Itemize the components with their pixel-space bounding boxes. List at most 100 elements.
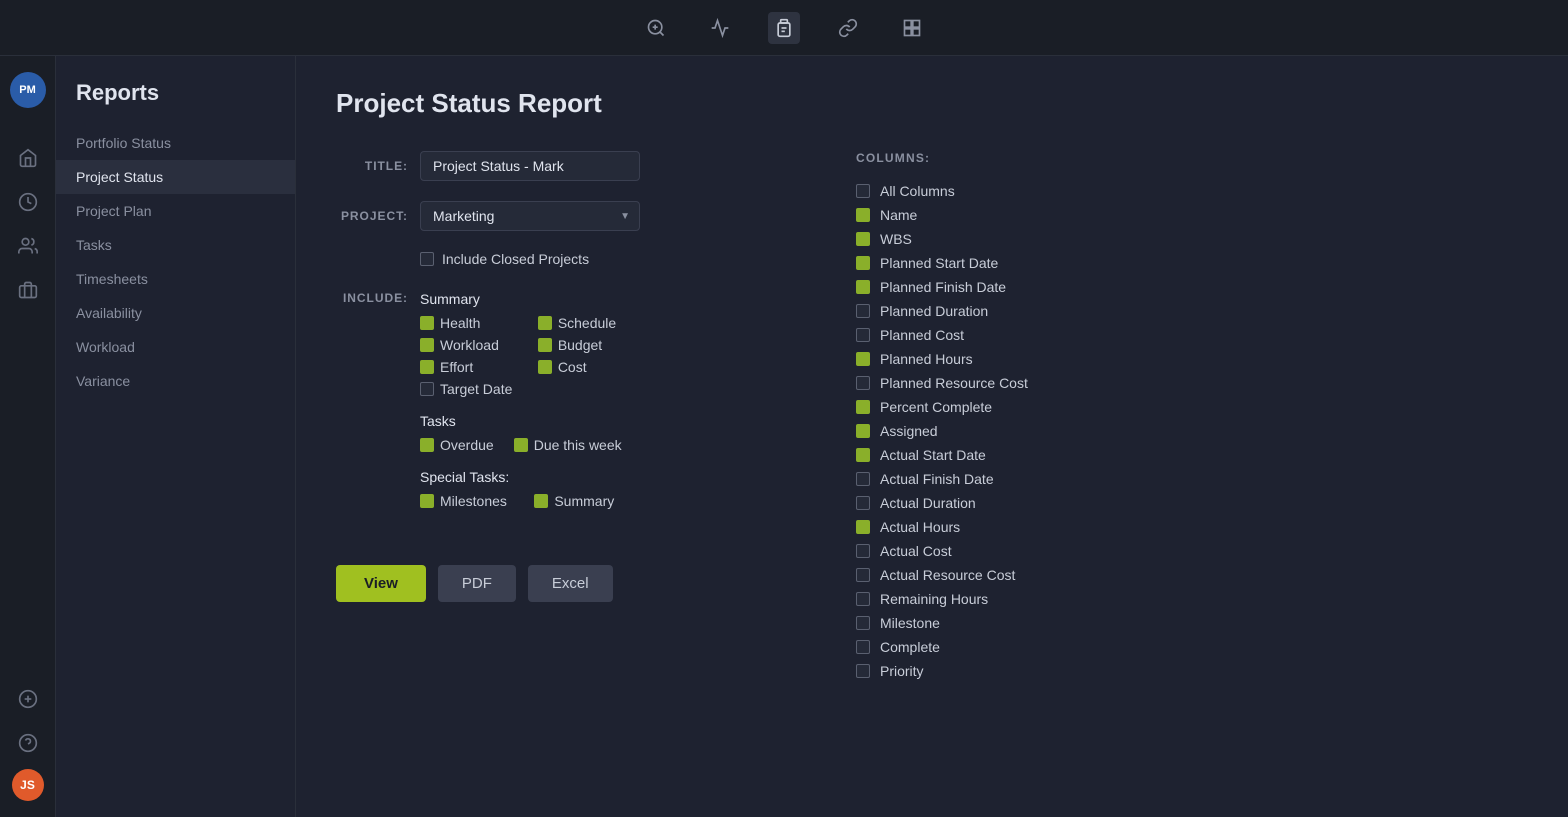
- actual-start-date-checkbox[interactable]: [856, 448, 870, 462]
- summary-checkboxes: Health Schedule Workload: [420, 315, 622, 397]
- title-label: TITLE:: [336, 151, 408, 173]
- schedule-checkbox[interactable]: [538, 316, 552, 330]
- planned-resource-cost-label: Planned Resource Cost: [880, 375, 1028, 391]
- cb-effort: Effort: [420, 359, 518, 375]
- milestones-checkbox[interactable]: [420, 494, 434, 508]
- sidebar-item-workload[interactable]: Workload: [56, 330, 295, 364]
- planned-hours-checkbox[interactable]: [856, 352, 870, 366]
- sidebar-item-variance[interactable]: Variance: [56, 364, 295, 398]
- actual-finish-date-label: Actual Finish Date: [880, 471, 994, 487]
- priority-label: Priority: [880, 663, 924, 679]
- user-avatar[interactable]: JS: [12, 769, 44, 801]
- title-input[interactable]: [420, 151, 640, 181]
- help-icon[interactable]: [10, 725, 46, 761]
- sidebar-item-project-plan[interactable]: Project Plan: [56, 194, 295, 228]
- budget-checkbox[interactable]: [538, 338, 552, 352]
- users-icon[interactable]: [10, 228, 46, 264]
- clipboard-icon[interactable]: [768, 12, 800, 44]
- planned-resource-cost-checkbox[interactable]: [856, 376, 870, 390]
- form-area: TITLE: PROJECT: Marketing Development De…: [336, 151, 1528, 683]
- due-this-week-label: Due this week: [534, 437, 622, 453]
- add-icon[interactable]: [10, 681, 46, 717]
- planned-start-date-label: Planned Start Date: [880, 255, 998, 271]
- project-row: PROJECT: Marketing Development Design Sa…: [336, 201, 796, 231]
- col-wbs: WBS: [856, 227, 1520, 251]
- col-actual-resource-cost: Actual Resource Cost: [856, 563, 1520, 587]
- priority-checkbox[interactable]: [856, 664, 870, 678]
- actual-duration-checkbox[interactable]: [856, 496, 870, 510]
- excel-button[interactable]: Excel: [528, 565, 613, 602]
- target-date-checkbox[interactable]: [420, 382, 434, 396]
- sidebar-item-tasks[interactable]: Tasks: [56, 228, 295, 262]
- actual-resource-cost-checkbox[interactable]: [856, 568, 870, 582]
- cb-overdue: Overdue: [420, 437, 494, 453]
- remaining-hours-checkbox[interactable]: [856, 592, 870, 606]
- sidebar-item-portfolio-status[interactable]: Portfolio Status: [56, 126, 295, 160]
- planned-start-date-checkbox[interactable]: [856, 256, 870, 270]
- overdue-checkbox[interactable]: [420, 438, 434, 452]
- actual-duration-label: Actual Duration: [880, 495, 976, 511]
- cost-checkbox[interactable]: [538, 360, 552, 374]
- actual-finish-date-checkbox[interactable]: [856, 472, 870, 486]
- milestone-checkbox[interactable]: [856, 616, 870, 630]
- cost-label: Cost: [558, 359, 587, 375]
- columns-section: COLUMNS: All Columns Name WBS: [856, 151, 1528, 683]
- col-planned-finish-date: Planned Finish Date: [856, 275, 1520, 299]
- include-closed-checkbox[interactable]: [420, 252, 434, 266]
- complete-label: Complete: [880, 639, 940, 655]
- analytics-icon[interactable]: [704, 12, 736, 44]
- icon-sidebar: PM: [0, 56, 56, 817]
- col-planned-hours: Planned Hours: [856, 347, 1520, 371]
- view-button[interactable]: View: [336, 565, 426, 602]
- summary-label: Summary: [554, 493, 614, 509]
- sidebar-item-timesheets[interactable]: Timesheets: [56, 262, 295, 296]
- link-icon[interactable]: [832, 12, 864, 44]
- workload-label: Workload: [440, 337, 499, 353]
- wbs-checkbox[interactable]: [856, 232, 870, 246]
- all-columns-checkbox[interactable]: [856, 184, 870, 198]
- planned-cost-checkbox[interactable]: [856, 328, 870, 342]
- cb-milestones: Milestones: [420, 493, 514, 509]
- briefcase-icon[interactable]: [10, 272, 46, 308]
- schedule-label: Schedule: [558, 315, 616, 331]
- cb-due-this-week: Due this week: [514, 437, 622, 453]
- sidebar-item-availability[interactable]: Availability: [56, 296, 295, 330]
- workload-checkbox[interactable]: [420, 338, 434, 352]
- assigned-checkbox[interactable]: [856, 424, 870, 438]
- planned-finish-date-checkbox[interactable]: [856, 280, 870, 294]
- actual-hours-checkbox[interactable]: [856, 520, 870, 534]
- name-checkbox[interactable]: [856, 208, 870, 222]
- special-tasks-heading: Special Tasks:: [420, 469, 622, 485]
- search-zoom-icon[interactable]: [640, 12, 672, 44]
- col-percent-complete: Percent Complete: [856, 395, 1520, 419]
- pm-logo[interactable]: PM: [10, 72, 46, 108]
- percent-complete-checkbox[interactable]: [856, 400, 870, 414]
- planned-duration-checkbox[interactable]: [856, 304, 870, 318]
- target-date-label: Target Date: [440, 381, 512, 397]
- effort-checkbox[interactable]: [420, 360, 434, 374]
- actual-cost-checkbox[interactable]: [856, 544, 870, 558]
- history-icon[interactable]: [10, 184, 46, 220]
- cb-schedule: Schedule: [538, 315, 622, 331]
- pdf-button[interactable]: PDF: [438, 565, 516, 602]
- include-closed-label: Include Closed Projects: [442, 251, 589, 267]
- project-select[interactable]: Marketing Development Design Sales: [420, 201, 640, 231]
- col-planned-start-date: Planned Start Date: [856, 251, 1520, 275]
- sidebar-item-project-status[interactable]: Project Status: [56, 160, 295, 194]
- planned-hours-label: Planned Hours: [880, 351, 973, 367]
- layout-icon[interactable]: [896, 12, 928, 44]
- col-actual-hours: Actual Hours: [856, 515, 1520, 539]
- percent-complete-label: Percent Complete: [880, 399, 992, 415]
- col-planned-resource-cost: Planned Resource Cost: [856, 371, 1520, 395]
- home-icon[interactable]: [10, 140, 46, 176]
- budget-label: Budget: [558, 337, 602, 353]
- columns-label: COLUMNS:: [856, 151, 1528, 165]
- complete-checkbox[interactable]: [856, 640, 870, 654]
- due-this-week-checkbox[interactable]: [514, 438, 528, 452]
- planned-finish-date-label: Planned Finish Date: [880, 279, 1006, 295]
- summary-checkbox[interactable]: [534, 494, 548, 508]
- columns-scroll[interactable]: All Columns Name WBS Planned Start Date: [856, 179, 1528, 683]
- content-area: Project Status Report TITLE: PROJECT: Ma…: [296, 56, 1568, 817]
- overdue-label: Overdue: [440, 437, 494, 453]
- health-checkbox[interactable]: [420, 316, 434, 330]
